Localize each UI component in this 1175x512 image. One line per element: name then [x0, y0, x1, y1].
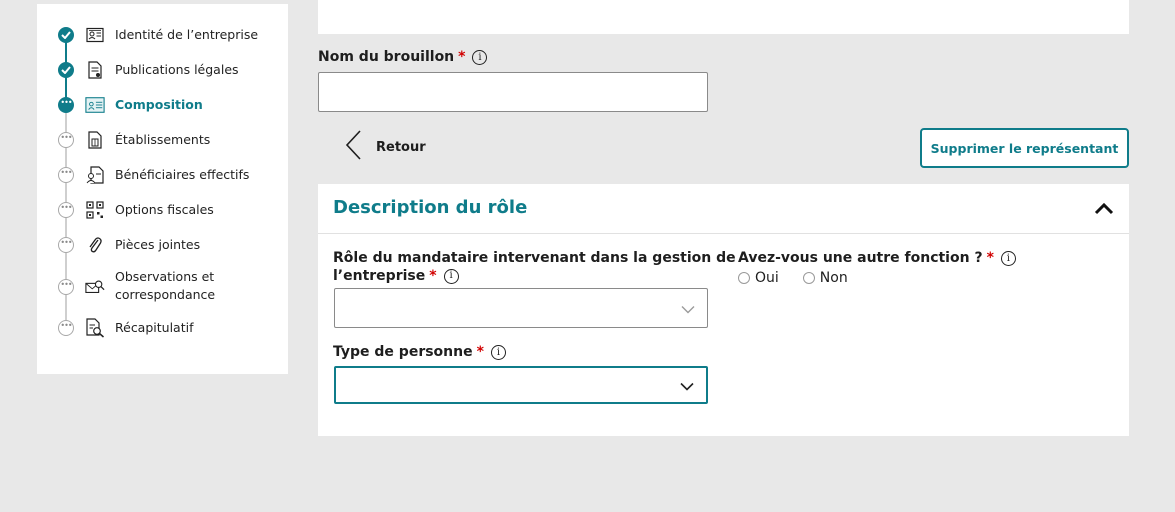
chevron-up-icon[interactable]: [1093, 201, 1115, 217]
check-icon: [58, 62, 74, 78]
info-icon[interactable]: i: [490, 344, 506, 360]
draft-name-label: Nom du brouillon * i: [318, 49, 488, 65]
radio-non[interactable]: Non: [802, 270, 848, 286]
qr-grid-icon: [85, 200, 105, 220]
step-label: Observations et correspondance: [115, 269, 216, 302]
other-function-label: Avez-vous une autre fonction ? * i: [738, 250, 1016, 266]
building-doc-icon: [85, 130, 105, 150]
step-etablissements[interactable]: ••• Établissements: [58, 130, 210, 150]
role-label-line1: Rôle du mandataire intervenant dans la g…: [333, 250, 736, 266]
step-options-fiscales[interactable]: ••• Options fiscales: [58, 200, 214, 220]
info-icon[interactable]: i: [443, 268, 459, 284]
person-doc-icon: [85, 165, 105, 185]
back-link[interactable]: Retour: [344, 130, 426, 164]
required-mark: *: [476, 344, 484, 360]
step-label: Bénéficiaires effectifs: [115, 167, 250, 182]
role-label-line2: l’entreprise: [333, 268, 426, 284]
in-progress-icon: •••: [58, 97, 74, 113]
info-icon[interactable]: i: [472, 49, 488, 65]
panel-header[interactable]: Description du rôle: [318, 184, 1129, 234]
step-label: Options fiscales: [115, 202, 214, 217]
delete-representative-button[interactable]: Supprimer le représentant: [920, 128, 1129, 168]
person-type-select[interactable]: [334, 366, 708, 404]
required-mark: *: [986, 250, 994, 266]
other-function-label-text: Avez-vous une autre fonction ?: [738, 250, 983, 266]
previous-section-card: [318, 0, 1129, 34]
step-beneficiaires[interactable]: ••• Bénéficiaires effectifs: [58, 165, 249, 185]
chevron-left-icon: [344, 129, 362, 165]
step-label: Récapitulatif: [115, 320, 194, 335]
step-pieces-jointes[interactable]: ••• Pièces jointes: [58, 235, 200, 255]
pending-icon: •••: [58, 202, 74, 218]
back-label: Retour: [376, 139, 426, 155]
role-label-line2-row: l’entreprise * i: [333, 267, 736, 285]
radio-oui[interactable]: Oui: [738, 270, 779, 286]
step-label: Pièces jointes: [115, 237, 201, 252]
envelope-search-icon: [85, 277, 105, 297]
step-identite[interactable]: Identité de l’entreprise: [58, 25, 258, 45]
step-recapitulatif[interactable]: ••• Récapitulatif: [58, 318, 194, 338]
step-composition[interactable]: ••• Composition: [58, 95, 203, 115]
pending-icon: •••: [58, 132, 74, 148]
pending-icon: •••: [58, 320, 74, 336]
step-label: Établissements: [115, 132, 211, 147]
step-publications[interactable]: Publications légales: [58, 60, 239, 80]
step-label: Identité de l’entreprise: [115, 27, 259, 42]
step-observations[interactable]: ••• Observations et correspondance: [58, 269, 215, 302]
org-chart-icon: [85, 95, 105, 115]
panel-title: Description du rôle: [333, 197, 528, 218]
other-function-radios: Oui Non: [738, 270, 872, 286]
step-label: Publications légales: [115, 62, 239, 77]
radio-label: Oui: [755, 270, 779, 286]
document-stamp-icon: [85, 60, 105, 80]
id-card-icon: [85, 25, 105, 45]
person-type-label-text: Type de personne: [333, 344, 473, 360]
chevron-down-icon: [680, 376, 694, 395]
check-icon: [58, 27, 74, 43]
pending-icon: •••: [58, 279, 74, 295]
pending-icon: •••: [58, 167, 74, 183]
role-label: Rôle du mandataire intervenant dans la g…: [333, 249, 736, 285]
chevron-down-icon: [681, 299, 695, 318]
pending-icon: •••: [58, 237, 74, 253]
required-mark: *: [458, 49, 466, 65]
person-type-label: Type de personne * i: [333, 344, 506, 360]
role-select[interactable]: [334, 288, 708, 328]
info-icon[interactable]: i: [1000, 250, 1016, 266]
step-label: Composition: [115, 97, 203, 112]
paperclip-icon: [85, 235, 105, 255]
required-mark: *: [429, 268, 437, 284]
radio-label: Non: [819, 270, 848, 286]
radio-circle[interactable]: [802, 272, 815, 284]
radio-circle[interactable]: [738, 272, 750, 284]
draft-name-label-text: Nom du brouillon: [318, 49, 455, 65]
doc-search-icon: [85, 318, 105, 338]
draft-name-input[interactable]: [318, 72, 708, 112]
